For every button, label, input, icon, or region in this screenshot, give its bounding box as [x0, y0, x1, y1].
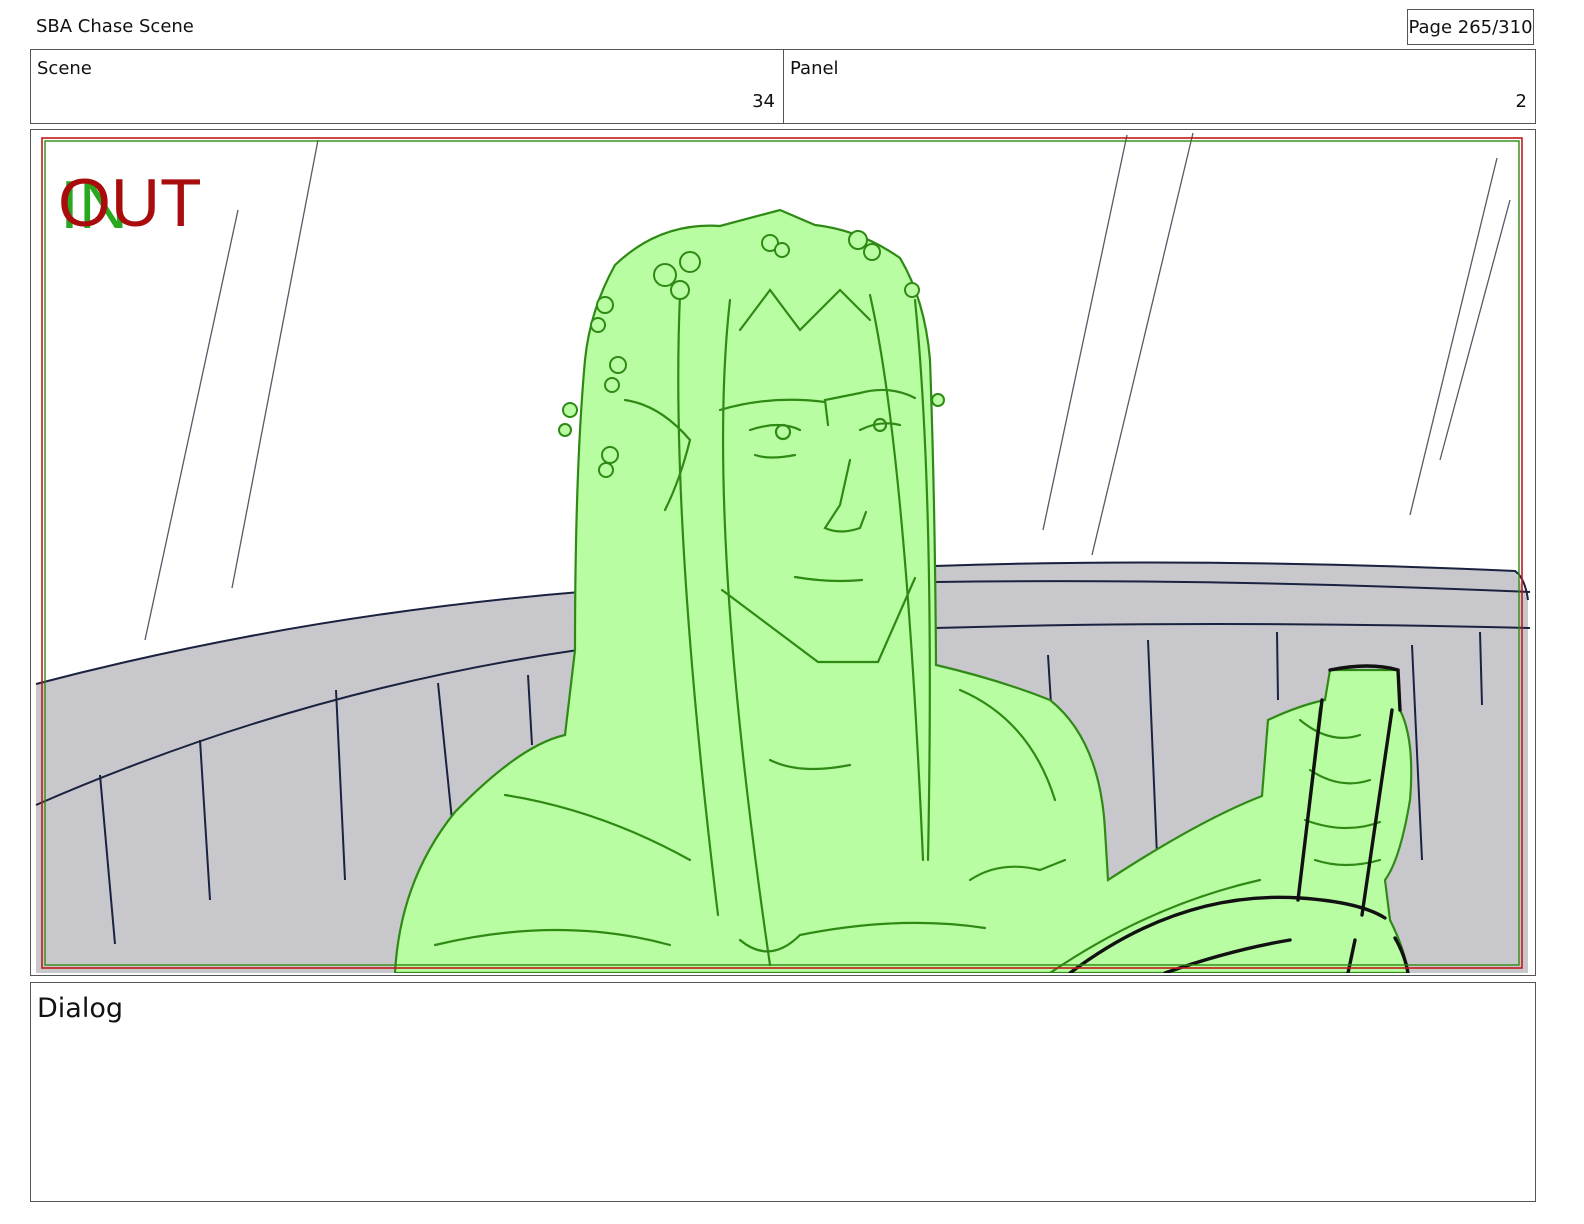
- scene-panel-info: Scene 34 Panel 2: [30, 49, 1536, 124]
- storyboard-drawing: IN OUT: [33, 131, 1533, 973]
- scene-label: Scene: [37, 58, 92, 79]
- document-title: SBA Chase Scene: [36, 16, 194, 37]
- out-mark: OUT: [58, 165, 202, 241]
- page-indicator: Page 265/310: [1407, 9, 1534, 45]
- dialog-label: Dialog: [37, 993, 123, 1024]
- panel-label: Panel: [790, 58, 839, 79]
- scene-number: 34: [752, 91, 775, 112]
- panel-cell: Panel 2: [784, 50, 1535, 123]
- dialog-box: Dialog: [30, 982, 1536, 1202]
- scene-cell: Scene 34: [31, 50, 784, 123]
- panel-number: 2: [1515, 91, 1527, 112]
